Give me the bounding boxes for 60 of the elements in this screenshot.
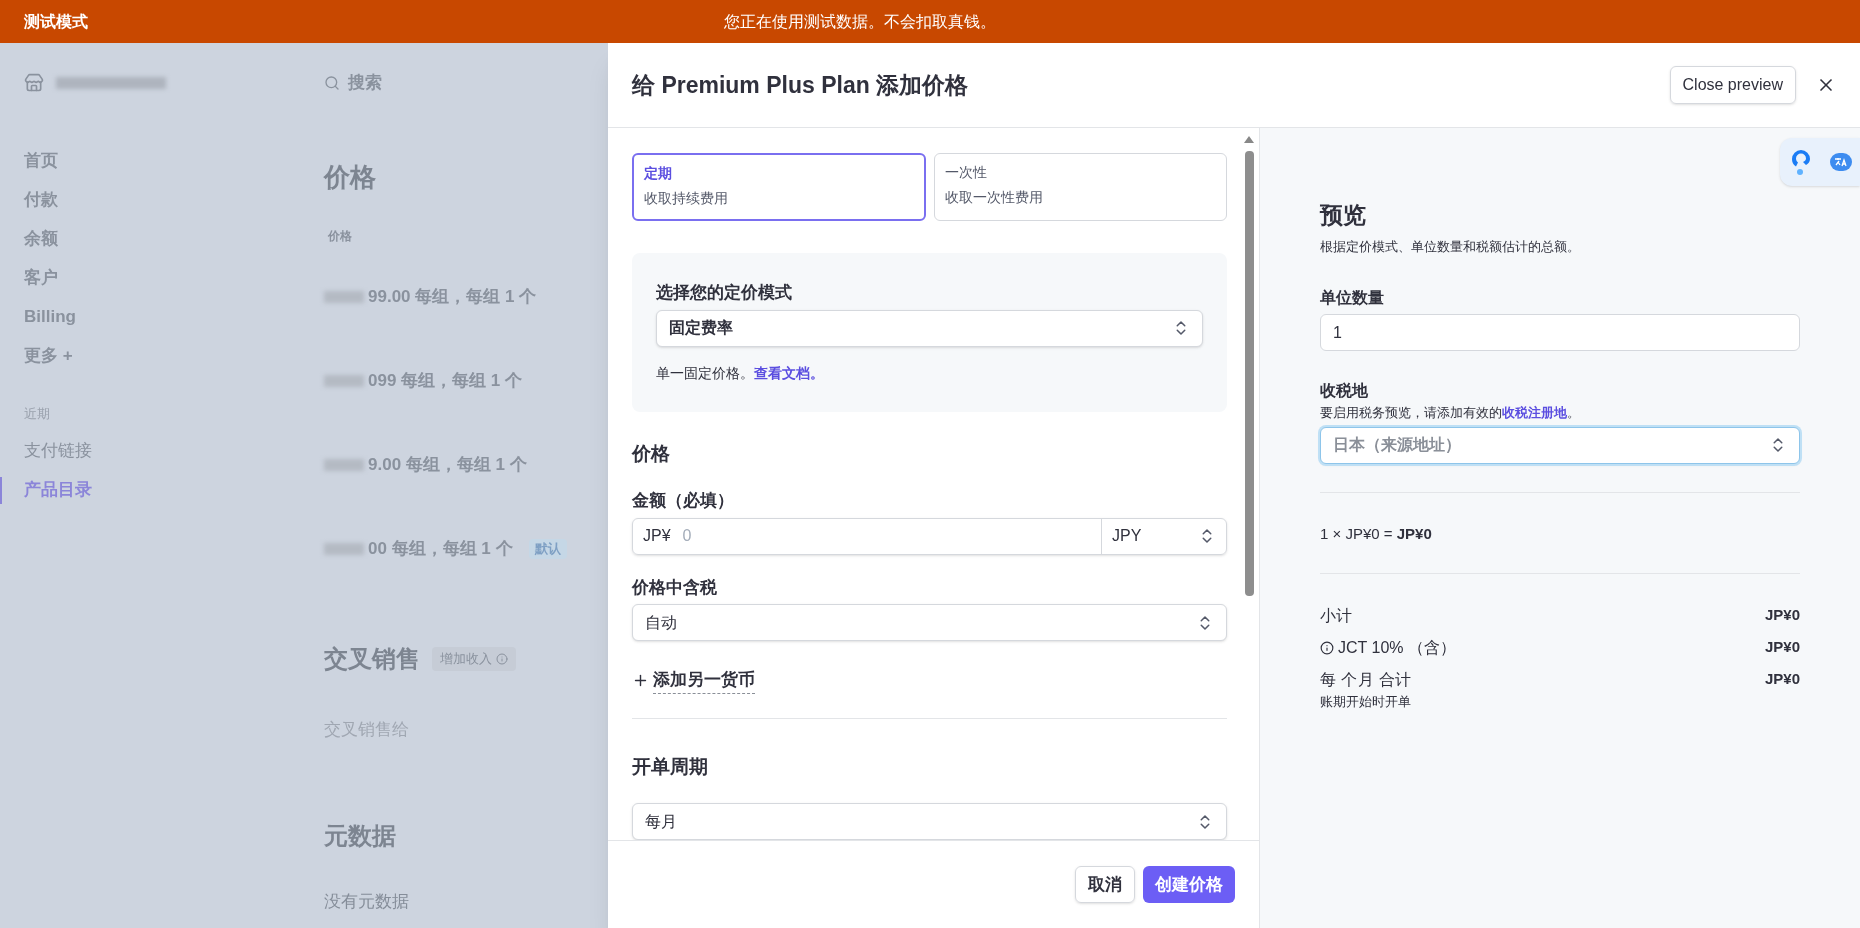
- preview-subtitle: 根据定价模式、单位数量和税额估计的总额。: [1320, 237, 1581, 256]
- tax-registration-link[interactable]: 收税注册地: [1502, 403, 1567, 423]
- summary-value: JP¥0: [1764, 637, 1800, 657]
- section-title: 交叉销售: [324, 644, 420, 674]
- banner-message: 您正在使用测试数据。不会扣取真钱。: [724, 11, 996, 32]
- amount-field[interactable]: JP¥ 0 JPY: [632, 517, 1227, 555]
- summary-label: JCT 10% （含）: [1338, 638, 1456, 658]
- column-header: 价格: [328, 228, 353, 245]
- redacted-amount: [324, 375, 364, 387]
- amount-input[interactable]: 0: [682, 524, 1091, 548]
- pricing-model-select[interactable]: 固定费率: [656, 309, 1203, 347]
- tax-behavior-select[interactable]: 自动: [632, 604, 1227, 641]
- summary-note: 账期开始时开单: [1320, 693, 1412, 711]
- modal-title: 给 Premium Plus Plan 添加价格: [632, 70, 969, 100]
- field-label: 收税地: [1320, 381, 1369, 401]
- info-icon: [496, 653, 508, 665]
- redacted-amount: [324, 543, 364, 555]
- help-text: 要启用税务预览，请添加有效的: [1320, 404, 1502, 422]
- option-subtitle: 收取一次性费用: [944, 188, 1044, 207]
- page-heading: 价格: [324, 161, 377, 194]
- summary-label: 小计: [1320, 606, 1352, 626]
- cancel-button[interactable]: 取消: [1075, 866, 1135, 903]
- create-price-button[interactable]: 创建价格: [1143, 866, 1235, 903]
- section-heading: 价格: [632, 441, 671, 466]
- option-title: 一次性: [944, 163, 988, 182]
- store-icon: [24, 73, 44, 93]
- info-icon: [1320, 641, 1334, 655]
- summary-value: JP¥0: [1764, 605, 1800, 625]
- price-type-option[interactable]: 一次性 收取一次性费用: [933, 153, 1227, 221]
- quantity-field[interactable]: 1: [1320, 314, 1800, 351]
- price-equation: 1 × JP¥0 = JP¥0: [1320, 523, 1433, 544]
- currency-select[interactable]: JPY: [1101, 518, 1226, 554]
- help-text: 单一固定价格。: [656, 363, 754, 383]
- section-title: 元数据: [324, 820, 397, 851]
- field-label: 价格中含税: [632, 576, 718, 599]
- redacted-amount: [324, 291, 364, 303]
- docs-link[interactable]: 查看文档。: [754, 362, 824, 384]
- search-icon: [324, 75, 340, 91]
- add-currency-link[interactable]: 添加另一货币: [653, 667, 755, 694]
- redacted-amount: [324, 459, 364, 471]
- summary-value: JP¥0: [1764, 669, 1800, 689]
- field-label: 选择您的定价模式: [656, 282, 793, 304]
- translate-icon[interactable]: [1829, 153, 1852, 171]
- tax-location-select[interactable]: 日本（来源地址）: [1320, 426, 1800, 464]
- billing-period-select[interactable]: 每月: [632, 803, 1227, 840]
- currency-prefix: JP¥: [643, 526, 671, 546]
- revenue-badge: 增加收入: [432, 647, 516, 671]
- help-text: 。: [1567, 404, 1580, 422]
- preview-title: 预览: [1320, 201, 1367, 230]
- default-badge: 默认: [528, 539, 567, 559]
- field-label: 金额（必填）: [632, 490, 735, 512]
- close-preview-button[interactable]: Close preview: [1669, 66, 1796, 104]
- option-subtitle: 收取持续费用: [644, 189, 729, 208]
- option-title: 定期: [644, 164, 673, 183]
- mode-label: 测试模式: [24, 11, 89, 32]
- field-label: 单位数量: [1320, 288, 1385, 308]
- metadata-text: 没有元数据: [324, 890, 410, 913]
- section-heading: 开单周期: [632, 754, 709, 779]
- price-type-option[interactable]: 定期 收取持续费用: [632, 153, 926, 221]
- summary-label: 每 个月 合计: [1320, 670, 1412, 690]
